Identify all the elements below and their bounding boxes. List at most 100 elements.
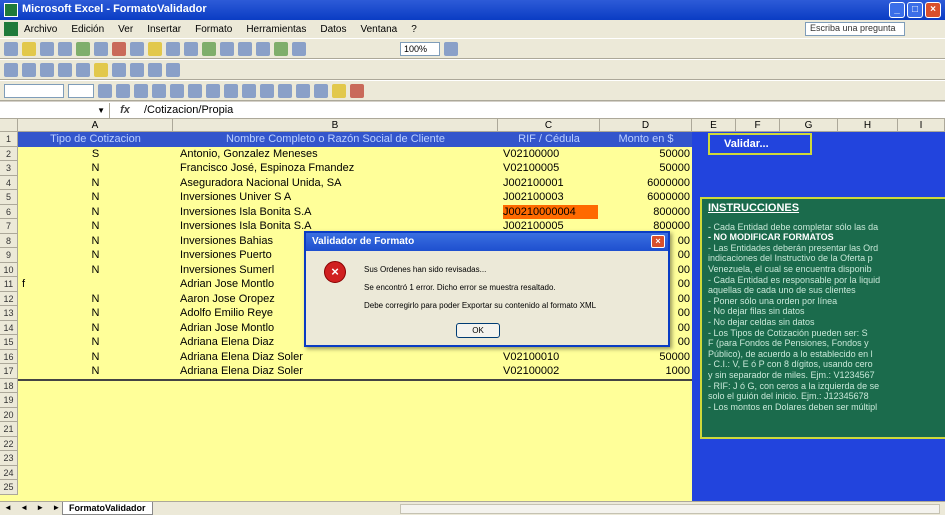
drawing-icon[interactable]	[292, 41, 306, 56]
col-header-f[interactable]: F	[736, 119, 780, 132]
menu-insertar[interactable]: Insertar	[147, 24, 181, 35]
align-left-icon[interactable]	[152, 83, 166, 98]
cell-a[interactable]: N	[18, 350, 173, 365]
help-icon[interactable]	[444, 41, 458, 56]
redo-icon[interactable]	[184, 41, 198, 56]
name-box[interactable]: ▼	[0, 102, 110, 118]
cell-b[interactable]: Inversiones Isla Bonita S.A	[180, 205, 498, 220]
cell-c[interactable]: V02100010	[503, 350, 598, 365]
cell-c[interactable]: V02100002	[503, 364, 598, 379]
cell-b[interactable]: Adriana Elena Diaz Soler	[180, 350, 498, 365]
cell-b[interactable]: Francisco José, Espinoza Fmandez	[180, 161, 498, 176]
select-all-corner[interactable]	[0, 119, 18, 132]
header-cell-rif[interactable]: RIF / Cédula	[498, 132, 600, 147]
row-header[interactable]: 25	[0, 480, 18, 495]
workbook-icon[interactable]	[4, 22, 18, 36]
paste-icon[interactable]	[148, 41, 162, 56]
review-icon-4[interactable]	[58, 62, 72, 77]
col-header-d[interactable]: D	[600, 119, 692, 132]
cut-icon[interactable]	[112, 41, 126, 56]
thousands-icon[interactable]	[260, 83, 274, 98]
menu-archivo[interactable]: Archivo	[24, 24, 57, 35]
cell-b[interactable]: Antonio, Gonzalez Meneses	[180, 147, 498, 162]
sort-asc-icon[interactable]	[238, 41, 252, 56]
row-header[interactable]: 8	[0, 233, 18, 248]
cell-c[interactable]: J002100003	[503, 190, 598, 205]
row-header[interactable]: 7	[0, 219, 18, 234]
cell-a[interactable]: N	[18, 190, 173, 205]
row-header[interactable]: 4	[0, 175, 18, 190]
review-icon-10[interactable]	[166, 62, 180, 77]
review-icon-3[interactable]	[40, 62, 54, 77]
cell-a[interactable]: N	[18, 161, 173, 176]
fill-color-icon[interactable]	[332, 83, 346, 98]
sheet-tab-formatovalidador[interactable]: FormatoValidador	[62, 502, 153, 515]
italic-icon[interactable]	[116, 83, 130, 98]
cell-a[interactable]: N	[18, 248, 173, 263]
spelling-icon[interactable]	[94, 41, 108, 56]
validar-button[interactable]: Validar...	[708, 133, 812, 155]
row-header[interactable]: 12	[0, 291, 18, 306]
row-header[interactable]: 21	[0, 422, 18, 437]
cell-a[interactable]: N	[18, 219, 173, 234]
row-header[interactable]: 23	[0, 451, 18, 466]
cell-a[interactable]: N	[18, 321, 173, 336]
fx-icon[interactable]: fx	[110, 104, 140, 116]
header-cell-nombre[interactable]: Nombre Completo o Razón Social de Client…	[173, 132, 498, 147]
col-header-a[interactable]: A	[18, 119, 173, 132]
help-question-input[interactable]: Escriba una pregunta	[805, 22, 905, 36]
row-header[interactable]: 1	[0, 132, 18, 147]
zoom-select[interactable]: 100%	[400, 41, 440, 56]
review-icon-7[interactable]	[112, 62, 126, 77]
save-icon[interactable]	[40, 41, 54, 56]
row-header[interactable]: 10	[0, 262, 18, 277]
cell-d[interactable]: 50000	[600, 350, 690, 365]
tab-nav-arrows-icon[interactable]: ◄ ◄ ► ►	[4, 503, 63, 512]
review-icon-1[interactable]	[4, 62, 18, 77]
copy-icon[interactable]	[130, 41, 144, 56]
cell-a[interactable]: N	[18, 306, 173, 321]
cell-b[interactable]: Aseguradora Nacional Unida, SA	[180, 176, 498, 191]
row-header[interactable]: 22	[0, 436, 18, 451]
row-header[interactable]: 13	[0, 306, 18, 321]
bold-icon[interactable]	[98, 83, 112, 98]
horizontal-scrollbar[interactable]	[400, 504, 940, 514]
row-header[interactable]: 2	[0, 146, 18, 161]
review-icon-8[interactable]	[130, 62, 144, 77]
ok-button[interactable]: OK	[456, 323, 500, 338]
currency-icon[interactable]	[224, 83, 238, 98]
menu-formato[interactable]: Formato	[195, 24, 232, 35]
hyperlink-icon[interactable]	[202, 41, 216, 56]
menu-ventana[interactable]: Ventana	[360, 24, 397, 35]
row-header[interactable]: 19	[0, 393, 18, 408]
chevron-down-icon[interactable]: ▼	[97, 106, 105, 115]
cell-d[interactable]: 6000000	[600, 190, 690, 205]
font-color-icon[interactable]	[350, 83, 364, 98]
menu-herramientas[interactable]: Herramientas	[246, 24, 306, 35]
cell-a[interactable]: f	[18, 277, 173, 292]
row-header[interactable]: 5	[0, 190, 18, 205]
header-cell-monto[interactable]: Monto en $	[600, 132, 692, 147]
align-center-icon[interactable]	[170, 83, 184, 98]
preview-icon[interactable]	[76, 41, 90, 56]
cell-a[interactable]: N	[18, 234, 173, 249]
autosum-icon[interactable]	[220, 41, 234, 56]
chart-wizard-icon[interactable]	[274, 41, 288, 56]
cell-a[interactable]: N	[18, 205, 173, 220]
menu-edicion[interactable]: Edición	[71, 24, 104, 35]
col-header-c[interactable]: C	[498, 119, 600, 132]
cell-b[interactable]: Inversiones Univer S A	[180, 190, 498, 205]
col-header-e[interactable]: E	[692, 119, 736, 132]
cell-a[interactable]: N	[18, 335, 173, 350]
row-header[interactable]: 17	[0, 364, 18, 379]
cell-b[interactable]: Adriana Elena Diaz Soler	[180, 364, 498, 379]
cell-d[interactable]: 6000000	[600, 176, 690, 191]
menu-help[interactable]: ?	[411, 24, 417, 35]
dialog-close-icon[interactable]: ×	[651, 235, 665, 248]
row-header[interactable]: 20	[0, 407, 18, 422]
row-header[interactable]: 9	[0, 248, 18, 263]
menu-datos[interactable]: Datos	[320, 24, 346, 35]
open-icon[interactable]	[22, 41, 36, 56]
undo-icon[interactable]	[166, 41, 180, 56]
cell-d[interactable]: 1000	[600, 364, 690, 379]
